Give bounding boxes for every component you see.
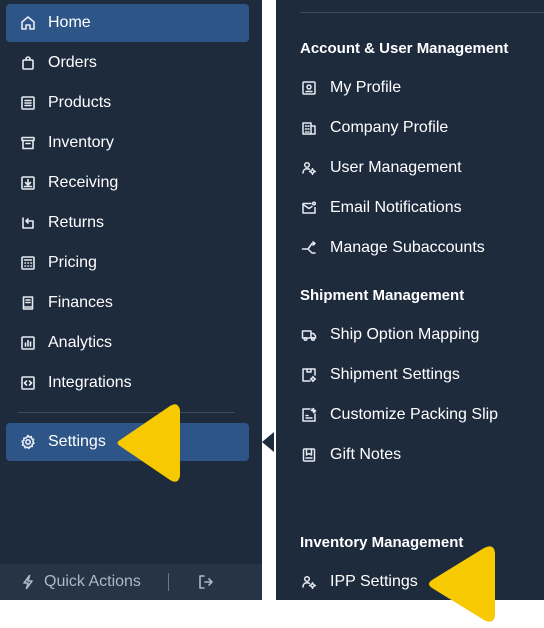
- sidebar-item-finances[interactable]: Finances: [6, 284, 249, 322]
- flyout-pointer: [262, 432, 274, 452]
- menu-item-email-notifications[interactable]: Email Notifications: [300, 195, 462, 221]
- return-arrow-icon: [19, 214, 37, 232]
- menu-item-label: Ship Option Mapping: [330, 326, 480, 343]
- calculator-icon: [19, 254, 37, 272]
- sidebar-item-label: Integrations: [48, 374, 132, 391]
- building-icon: [300, 119, 318, 137]
- sidebar-footer: Quick Actions: [0, 564, 262, 600]
- sidebar-item-pricing[interactable]: Pricing: [6, 244, 249, 282]
- sidebar-nav: Home Orders Products Inventory Receiving: [0, 0, 262, 600]
- sidebar-item-products[interactable]: Products: [6, 84, 249, 122]
- menu-item-label: Company Profile: [330, 119, 449, 136]
- section-heading-shipment: Shipment Management: [300, 287, 465, 304]
- annotation-arrow-settings: [114, 400, 184, 486]
- gift-note-icon: [300, 446, 318, 464]
- menu-item-ipp-settings[interactable]: IPP Settings: [300, 569, 418, 595]
- sidebar-item-label: Pricing: [48, 254, 97, 271]
- menu-item-shipment-settings[interactable]: Shipment Settings: [300, 362, 460, 388]
- section-heading-account: Account & User Management: [300, 40, 509, 57]
- logout-icon[interactable]: [197, 573, 215, 591]
- sidebar-item-returns[interactable]: Returns: [6, 204, 249, 242]
- settings-flyout-panel: Account & User Management My Profile Com…: [276, 0, 544, 600]
- sidebar-item-receiving[interactable]: Receiving: [6, 164, 249, 202]
- id-card-icon: [300, 79, 318, 97]
- sidebar-item-home[interactable]: Home: [6, 4, 249, 42]
- archive-box-icon: [19, 134, 37, 152]
- menu-item-label: Gift Notes: [330, 446, 402, 463]
- menu-item-company-profile[interactable]: Company Profile: [300, 115, 448, 141]
- sidebar-item-inventory[interactable]: Inventory: [6, 124, 249, 162]
- menu-item-manage-subaccounts[interactable]: Manage Subaccounts: [300, 235, 485, 261]
- sidebar-item-label: Settings: [48, 433, 106, 450]
- user-gear-icon: [300, 159, 318, 177]
- menu-item-my-profile[interactable]: My Profile: [300, 75, 401, 101]
- menu-item-customize-packing-slip[interactable]: Customize Packing Slip: [300, 402, 498, 428]
- sidebar-item-label: Home: [48, 14, 91, 31]
- sidebar-item-label: Analytics: [48, 334, 113, 351]
- sidebar-item-integrations[interactable]: Integrations: [6, 364, 249, 402]
- menu-item-user-management[interactable]: User Management: [300, 155, 462, 181]
- menu-item-gift-notes[interactable]: Gift Notes: [300, 442, 401, 468]
- slip-edit-icon: [300, 406, 318, 424]
- truck-icon: [300, 326, 318, 344]
- shopping-bag-icon: [19, 54, 37, 72]
- sidebar-item-label: Orders: [48, 54, 97, 71]
- menu-item-label: Email Notifications: [330, 199, 462, 216]
- sidebar-item-label: Receiving: [48, 174, 119, 191]
- menu-item-label: IPP Settings: [330, 573, 418, 590]
- bar-chart-icon: [19, 334, 37, 352]
- package-settings-icon: [300, 366, 318, 384]
- quick-actions-label: Quick Actions: [44, 573, 141, 590]
- panel-gutter: [262, 0, 276, 600]
- menu-item-label: User Management: [330, 159, 462, 176]
- home-icon: [19, 14, 37, 32]
- sidebar-item-label: Returns: [48, 214, 105, 231]
- menu-item-ship-option-mapping[interactable]: Ship Option Mapping: [300, 322, 479, 348]
- menu-item-label: Shipment Settings: [330, 366, 460, 383]
- code-brackets-icon: [19, 374, 37, 392]
- sidebar-item-label: Finances: [48, 294, 113, 311]
- sidebar-item-analytics[interactable]: Analytics: [6, 324, 249, 362]
- annotation-arrow-ipp-settings: [426, 543, 500, 625]
- app-frame: Home Orders Products Inventory Receiving: [0, 0, 544, 622]
- list-icon: [19, 94, 37, 112]
- menu-item-label: My Profile: [330, 79, 402, 96]
- menu-item-label: Manage Subaccounts: [330, 239, 485, 256]
- quick-actions-button[interactable]: Quick Actions: [0, 573, 141, 591]
- receipt-icon: [19, 294, 37, 312]
- branch-icon: [300, 239, 318, 257]
- gear-icon: [19, 433, 37, 451]
- menu-item-label: Customize Packing Slip: [330, 406, 499, 423]
- panel-top-divider: [300, 12, 544, 13]
- mail-icon: [300, 199, 318, 217]
- lightning-icon: [23, 574, 33, 590]
- footer-separator: [167, 573, 169, 591]
- user-gear-icon: [300, 573, 318, 591]
- sidebar-item-label: Products: [48, 94, 112, 111]
- sidebar-item-orders[interactable]: Orders: [6, 44, 249, 82]
- sidebar-item-label: Inventory: [48, 134, 114, 151]
- inbox-download-icon: [19, 174, 37, 192]
